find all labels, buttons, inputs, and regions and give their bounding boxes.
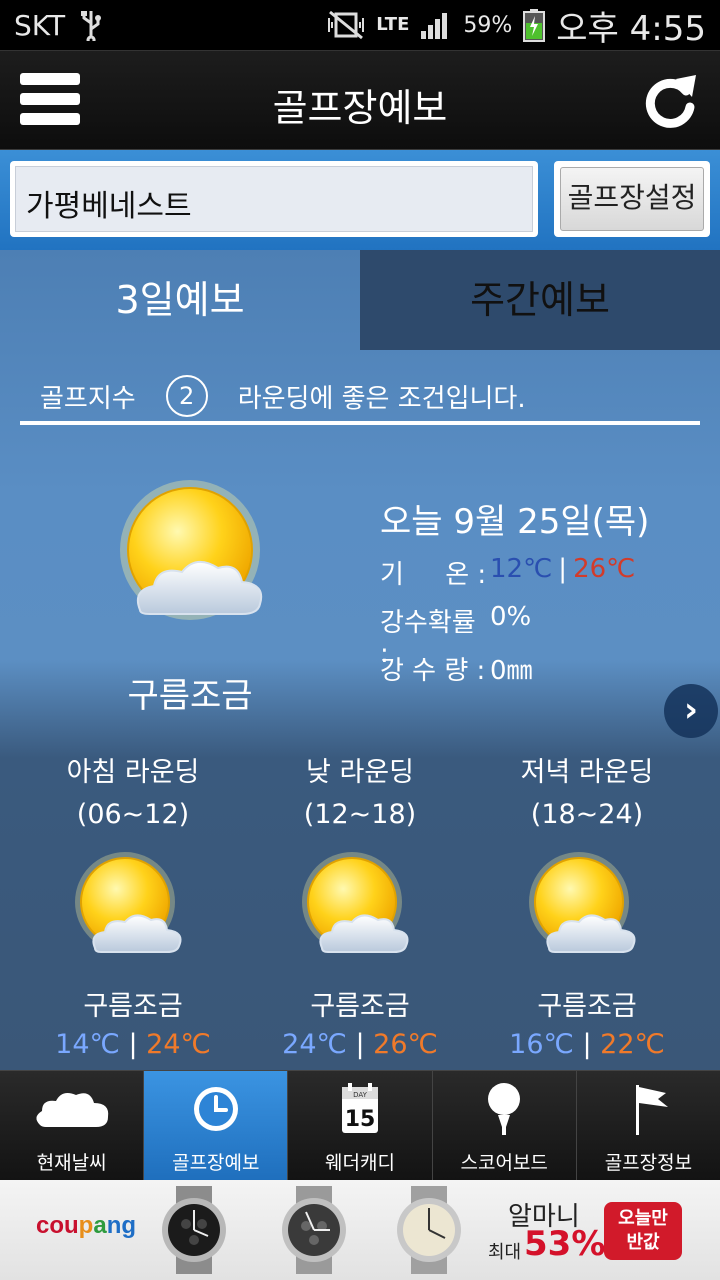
course-settings-wrap: 골프장설정 — [554, 161, 710, 237]
vibrate-icon — [328, 10, 365, 40]
day-round: 낮 라운딩 (12~18) 구름조금 24℃ | 26℃ — [250, 748, 470, 1060]
flag-icon — [636, 1085, 669, 1135]
rain-value: 0㎜ — [490, 656, 533, 686]
watch-image-gray — [282, 1186, 346, 1274]
course-settings-button[interactable]: 골프장설정 — [560, 167, 704, 231]
clock-icon — [193, 1087, 238, 1131]
calendar-day: 15 — [345, 1107, 376, 1132]
temp-separator: | — [558, 554, 568, 584]
course-name-field[interactable]: 가평베네스트 — [15, 166, 533, 232]
course-field-wrap: 가평베네스트 — [10, 161, 538, 237]
ad-cta-button[interactable]: 오늘만 반값 — [604, 1202, 682, 1260]
partly-cloudy-icon — [120, 480, 263, 620]
round-hours: (18~24) — [530, 799, 644, 830]
status-bar: SKT LTE 59% 오후 4:55 — [0, 0, 720, 50]
course-bar: 가평베네스트 골프장설정 — [0, 150, 720, 250]
nav-weather-caddy[interactable]: DAY 15 웨더캐디 — [288, 1070, 433, 1180]
nav-label: 골프장예보 — [172, 1152, 260, 1174]
nav-label: 웨더캐디 — [325, 1152, 395, 1174]
temp-label: 기 온 : — [380, 560, 487, 590]
round-temp-low: 16℃ — [509, 1029, 574, 1060]
partly-cloudy-icon — [75, 852, 182, 953]
round-temp-high: 26℃ — [373, 1029, 438, 1060]
nav-course-info[interactable]: 골프장정보 — [576, 1070, 720, 1180]
battery-icon — [523, 9, 546, 42]
next-day-button[interactable]: › — [664, 684, 718, 738]
morning-round: 아침 라운딩 (06~12) 구름조금 14℃ | 24℃ — [23, 748, 243, 1060]
ad-discount: 53% — [524, 1224, 606, 1264]
clock: 오후 4:55 — [556, 8, 706, 49]
nav-label: 현재날씨 — [36, 1152, 107, 1174]
cloud-icon — [36, 1093, 108, 1127]
precip-amount-row: 강 수 량 : 0㎜ — [380, 650, 533, 687]
golf-index-label: 골프지수 — [40, 383, 136, 414]
round-condition: 구름조금 — [83, 991, 183, 1022]
round-temp-high: 22℃ — [600, 1029, 665, 1060]
divider — [20, 421, 700, 425]
round-hours: (12~18) — [303, 799, 417, 830]
watch-image-black — [162, 1186, 226, 1274]
round-temp-low: 24℃ — [282, 1029, 347, 1060]
usb-icon — [81, 11, 102, 41]
partly-cloudy-icon — [529, 852, 636, 953]
round-temps: 14℃ | 24℃ — [23, 1029, 243, 1060]
round-temps: 24℃ | 26℃ — [250, 1029, 470, 1060]
today-date: 오늘 9월 25일(목) — [380, 502, 650, 542]
round-temp-low: 14℃ — [55, 1029, 120, 1060]
round-condition: 구름조금 — [537, 991, 637, 1022]
nav-label: 스코어보드 — [460, 1152, 548, 1174]
tab-3day-forecast[interactable]: 3일예보 — [0, 250, 360, 350]
round-temp-high: 24℃ — [146, 1029, 211, 1060]
tab-weekly-forecast[interactable]: 주간예보 — [360, 250, 720, 350]
nav-current-weather[interactable]: 현재날씨 — [0, 1070, 145, 1180]
title-bar: 골프장예보 — [0, 50, 720, 150]
round-name: 낮 라운딩 — [306, 757, 414, 788]
round-temps: 16℃ | 22℃ — [477, 1029, 697, 1060]
rain-label: 강 수 량 : — [380, 656, 486, 686]
bottom-nav: 현재날씨 골프장예보 DAY 15 웨더캐디 스코어보드 골프장정보 — [0, 1070, 720, 1180]
carrier-label: SKT — [14, 8, 66, 42]
round-temp-sep: | — [355, 1029, 365, 1060]
watch-image-cream — [397, 1186, 461, 1274]
calendar-icon: DAY 15 — [342, 1083, 378, 1133]
nav-scoreboard[interactable]: 스코어보드 — [432, 1070, 577, 1180]
coupang-logo: coupang — [36, 1212, 137, 1239]
today-condition: 구름조금 — [127, 676, 253, 716]
round-name: 저녁 라운딩 — [520, 757, 654, 788]
ad-cta-line1: 오늘만 — [618, 1208, 668, 1229]
forecast-panel: 3일예보 주간예보 골프지수 2 라운딩에 좋은 조건입니다. 구름조금 오늘 … — [0, 250, 720, 1070]
refresh-icon[interactable] — [642, 69, 698, 131]
network-type: LTE — [376, 14, 410, 35]
ad-max-label: 최대 — [488, 1242, 522, 1263]
round-hours: (06~12) — [76, 799, 190, 830]
rounds-section: 아침 라운딩 (06~12) 구름조금 14℃ | 24℃ 낮 라운딩 (12~… — [0, 748, 720, 1070]
round-temp-sep: | — [582, 1029, 592, 1060]
today-temperature-row: 기 온 : 12℃ | 26℃ — [380, 554, 635, 591]
nav-label: 골프장정보 — [604, 1152, 693, 1174]
temp-high: 26℃ — [573, 554, 636, 584]
golf-index-value: 2 — [165, 375, 208, 417]
round-name: 아침 라운딩 — [66, 757, 200, 788]
golf-ball-icon — [488, 1083, 521, 1135]
golf-index-row: 골프지수 2 라운딩에 좋은 조건입니다. — [20, 368, 700, 424]
calendar-tag: DAY — [353, 1091, 368, 1099]
partly-cloudy-icon — [302, 852, 409, 953]
ad-banner[interactable]: coupang 알마니 최대 53% 오늘만 반값 — [0, 1180, 720, 1280]
evening-round: 저녁 라운딩 (18~24) 구름조금 16℃ | 22℃ — [477, 748, 697, 1060]
signal-icon — [421, 13, 448, 39]
golf-index-message: 라운딩에 좋은 조건입니다. — [237, 383, 526, 414]
temp-low: 12℃ — [490, 554, 553, 584]
round-condition: 구름조금 — [310, 991, 410, 1022]
page-title: 골프장예보 — [272, 86, 448, 130]
round-temp-sep: | — [128, 1029, 138, 1060]
ad-cta-line2: 반값 — [626, 1232, 660, 1253]
battery-percent: 59% — [463, 12, 513, 38]
nav-course-forecast[interactable]: 골프장예보 — [144, 1070, 289, 1180]
